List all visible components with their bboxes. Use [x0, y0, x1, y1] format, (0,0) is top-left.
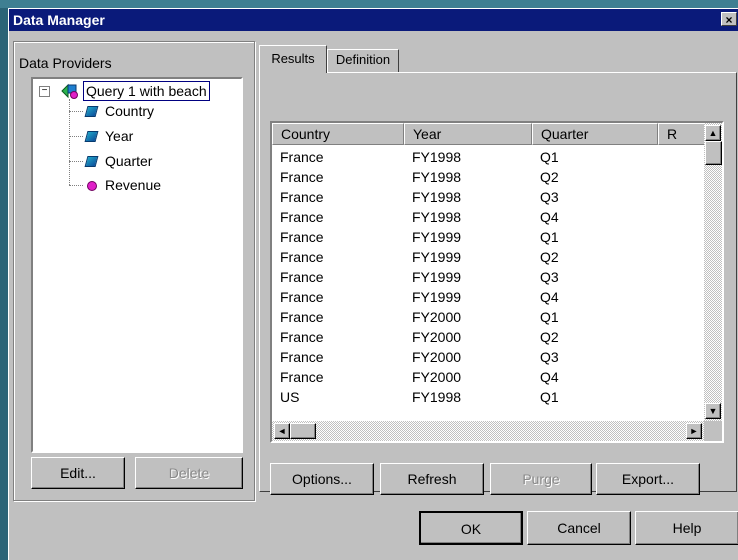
- cell-country[interactable]: France: [280, 189, 324, 205]
- column-header-country[interactable]: Country: [272, 123, 404, 145]
- cell-year[interactable]: FY1998: [412, 209, 461, 225]
- vertical-scroll-thumb[interactable]: [705, 141, 722, 165]
- scroll-left-button[interactable]: ◄: [274, 423, 290, 439]
- cell-year[interactable]: FY1999: [412, 249, 461, 265]
- tree-item-revenue[interactable]: Revenue: [105, 175, 161, 195]
- cell-country[interactable]: France: [280, 309, 324, 325]
- tree-item-quarter[interactable]: Quarter: [105, 151, 152, 171]
- cell-country[interactable]: France: [280, 249, 324, 265]
- ok-button[interactable]: OK: [419, 511, 523, 545]
- cell-country[interactable]: France: [280, 329, 324, 345]
- desktop-background: [0, 0, 738, 8]
- dimension-icon: [84, 156, 99, 167]
- cell-country[interactable]: France: [280, 269, 324, 285]
- cell-quarter[interactable]: Q4: [540, 369, 559, 385]
- cancel-button[interactable]: Cancel: [527, 511, 631, 545]
- cell-quarter[interactable]: Q3: [540, 189, 559, 205]
- data-providers-label: Data Providers: [19, 55, 112, 71]
- delete-button[interactable]: Delete: [135, 457, 243, 489]
- tab-panel-results: Country Year Quarter R France FY1998 Q1 Fra…: [259, 72, 737, 495]
- cell-country[interactable]: France: [280, 209, 324, 225]
- cell-country[interactable]: France: [280, 229, 324, 245]
- cell-quarter[interactable]: Q2: [540, 249, 559, 265]
- cell-country[interactable]: France: [280, 289, 324, 305]
- cell-year[interactable]: FY2000: [412, 309, 461, 325]
- cell-year[interactable]: FY1998: [412, 149, 461, 165]
- cell-country[interactable]: France: [280, 369, 324, 385]
- options-button[interactable]: Options...: [270, 463, 374, 495]
- cell-quarter[interactable]: Q3: [540, 269, 559, 285]
- cell-year[interactable]: FY1998: [412, 189, 461, 205]
- tree-connector: [69, 185, 83, 186]
- cell-quarter[interactable]: Q3: [540, 349, 559, 365]
- column-header-year[interactable]: Year: [404, 123, 532, 145]
- dimension-icon: [84, 106, 99, 117]
- cell-year[interactable]: FY2000: [412, 329, 461, 345]
- purge-button[interactable]: Purge: [490, 463, 592, 495]
- tree-connector: [69, 161, 83, 162]
- scroll-down-button[interactable]: ▼: [705, 403, 721, 419]
- export-button[interactable]: Export...: [596, 463, 700, 495]
- collapse-toggle[interactable]: −: [39, 86, 50, 97]
- providers-tree[interactable]: − Query 1 with beach Country Year Quarte…: [31, 77, 243, 453]
- cell-country[interactable]: France: [280, 349, 324, 365]
- cell-year[interactable]: FY2000: [412, 349, 461, 365]
- cell-quarter[interactable]: Q1: [540, 229, 559, 245]
- window-title: Data Manager: [13, 12, 105, 28]
- query-icon: [61, 83, 79, 99]
- cell-quarter[interactable]: Q2: [540, 329, 559, 345]
- column-header-quarter[interactable]: Quarter: [532, 123, 658, 145]
- cell-quarter[interactable]: Q2: [540, 169, 559, 185]
- edit-button[interactable]: Edit...: [31, 457, 125, 489]
- tree-item-country[interactable]: Country: [105, 101, 154, 121]
- cell-country[interactable]: US: [280, 389, 299, 405]
- horizontal-scrollbar[interactable]: [272, 421, 704, 441]
- vertical-scrollbar[interactable]: [704, 123, 722, 421]
- cell-year[interactable]: FY1999: [412, 229, 461, 245]
- cell-quarter[interactable]: Q1: [540, 389, 559, 405]
- cell-country[interactable]: France: [280, 149, 324, 165]
- scroll-corner: [704, 421, 722, 441]
- cell-quarter[interactable]: Q1: [540, 309, 559, 325]
- tree-root-query[interactable]: Query 1 with beach: [83, 81, 210, 101]
- dimension-icon: [84, 131, 99, 142]
- results-grid[interactable]: Country Year Quarter R France FY1998 Q1 Fra…: [270, 121, 724, 443]
- tree-connector: [69, 111, 83, 112]
- close-button[interactable]: ×: [721, 12, 737, 27]
- refresh-button[interactable]: Refresh: [380, 463, 484, 495]
- cell-year[interactable]: FY1998: [412, 389, 461, 405]
- horizontal-scroll-thumb[interactable]: [290, 423, 316, 439]
- tree-item-year[interactable]: Year: [105, 126, 133, 146]
- cell-quarter[interactable]: Q1: [540, 149, 559, 165]
- measure-icon: [87, 181, 97, 191]
- tab-definition[interactable]: Definition: [327, 49, 399, 73]
- cell-quarter[interactable]: Q4: [540, 289, 559, 305]
- cell-quarter[interactable]: Q4: [540, 209, 559, 225]
- data-manager-dialog: Data Manager × Data Providers − Query 1 …: [8, 8, 738, 560]
- tree-connector: [69, 136, 83, 137]
- cell-country[interactable]: France: [280, 169, 324, 185]
- title-bar: Data Manager ×: [9, 9, 738, 31]
- cell-year[interactable]: FY1999: [412, 269, 461, 285]
- cell-year[interactable]: FY1998: [412, 169, 461, 185]
- scroll-up-button[interactable]: ▲: [705, 125, 721, 141]
- tab-results[interactable]: Results: [259, 45, 327, 73]
- scroll-right-button[interactable]: ►: [686, 423, 702, 439]
- column-header-revenue[interactable]: R: [658, 123, 706, 145]
- help-button[interactable]: Help: [635, 511, 738, 545]
- cell-year[interactable]: FY2000: [412, 369, 461, 385]
- cell-year[interactable]: FY1999: [412, 289, 461, 305]
